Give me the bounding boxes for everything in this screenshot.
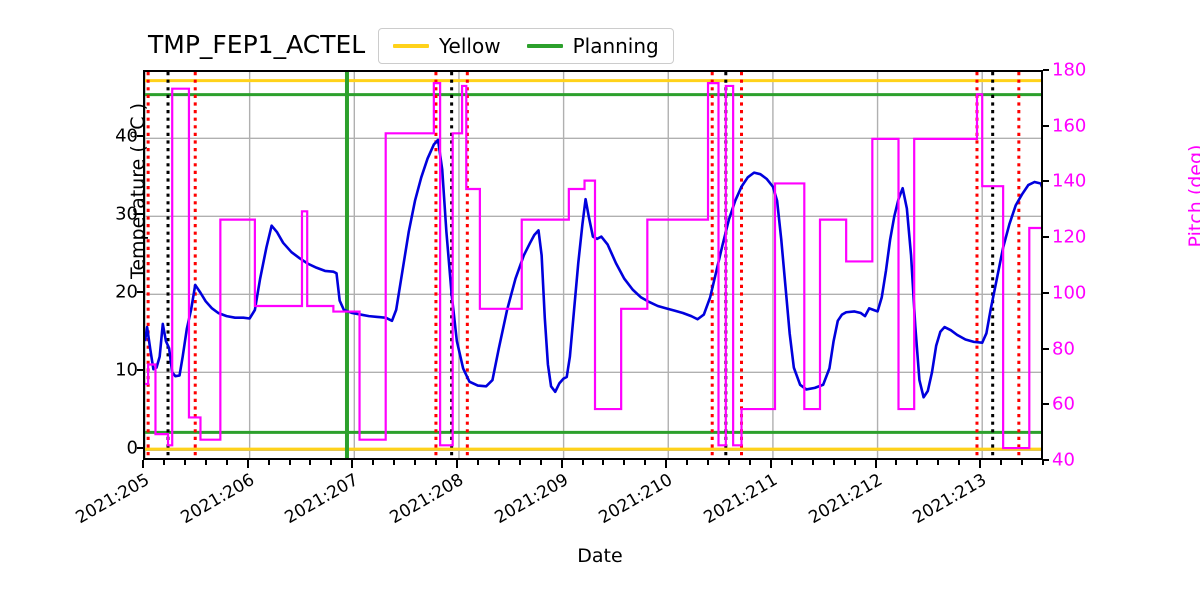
x-tick-2021:212: 2021:212 <box>805 470 886 529</box>
x-tick-mark-minor <box>225 460 228 465</box>
y-tick-left-30: 30 <box>115 203 138 225</box>
x-tick-mark-minor <box>288 460 291 465</box>
x-tick-mark-minor <box>518 460 521 465</box>
x-tick-mark-minor <box>623 460 626 465</box>
x-tick-mark-major <box>142 460 144 468</box>
y-tick-mark-right <box>1043 69 1049 71</box>
x-tick-2021:205: 2021:205 <box>72 470 153 529</box>
x-tick-mark-minor <box>539 460 542 465</box>
x-tick-mark-minor <box>790 460 793 465</box>
legend: Yellow Planning <box>378 28 674 64</box>
x-tick-mark-major <box>560 460 563 468</box>
y-tick-left-40: 40 <box>115 125 138 147</box>
x-tick-mark-minor <box>393 460 396 465</box>
y-tick-right-140: 140 <box>1052 170 1087 192</box>
y-tick-mark-right <box>1043 124 1049 127</box>
x-tick-mark-minor <box>707 460 710 465</box>
x-tick-mark-minor <box>204 460 207 465</box>
x-tick-mark-minor <box>1042 460 1044 465</box>
x-tick-mark-minor <box>476 460 479 465</box>
x-tick-mark-minor <box>414 460 417 465</box>
y-tick-mark-right <box>1043 291 1049 294</box>
x-tick-2021:206: 2021:206 <box>177 470 258 529</box>
x-tick-mark-minor <box>435 460 438 465</box>
y-tick-right-180: 180 <box>1052 59 1087 81</box>
x-tick-mark-minor <box>811 460 814 465</box>
y-tick-mark-left <box>137 369 143 372</box>
y-tick-right-120: 120 <box>1052 226 1087 248</box>
y-tick-right-100: 100 <box>1052 282 1087 304</box>
y-tick-mark-left <box>137 447 143 450</box>
x-tick-mark-minor <box>602 460 605 465</box>
x-tick-mark-minor <box>644 460 647 465</box>
x-tick-mark-major <box>874 460 877 468</box>
x-tick-mark-minor <box>183 460 186 465</box>
x-tick-2021:211: 2021:211 <box>700 470 781 529</box>
y-tick-mark-right <box>1043 180 1049 183</box>
x-tick-2021:210: 2021:210 <box>595 470 677 529</box>
x-tick-mark-major <box>351 460 354 468</box>
x-tick-mark-minor <box>748 460 751 465</box>
x-tick-mark-minor <box>309 460 312 465</box>
y-tick-right-80: 80 <box>1052 338 1075 360</box>
legend-swatch-yellow <box>393 44 429 48</box>
chart-figure: TMP_FEP1_ACTEL Yellow Planning Temperatu… <box>0 0 1200 600</box>
x-tick-2021:207: 2021:207 <box>281 470 363 529</box>
x-tick-mark-minor <box>1000 460 1003 465</box>
page-title: TMP_FEP1_ACTEL <box>148 30 366 59</box>
legend-label-yellow: Yellow <box>439 34 501 58</box>
x-tick-mark-minor <box>372 460 375 465</box>
x-tick-mark-minor <box>916 460 919 465</box>
x-tick-mark-minor <box>895 460 898 465</box>
y-tick-mark-right <box>1043 403 1049 406</box>
y-axis-label-right: Pitch (deg) <box>1185 144 1200 248</box>
event-lines <box>146 72 1021 458</box>
x-tick-2021:209: 2021:209 <box>491 470 572 529</box>
x-tick-mark-major <box>246 460 249 468</box>
y-tick-left-20: 20 <box>115 281 138 303</box>
legend-item-planning[interactable]: Planning <box>526 34 659 58</box>
x-tick-mark-minor <box>958 460 961 465</box>
y-tick-right-160: 160 <box>1052 115 1087 137</box>
x-tick-mark-major <box>769 460 772 468</box>
x-tick-mark-major <box>455 460 458 468</box>
x-tick-mark-minor <box>937 460 940 465</box>
y-tick-mark-left <box>137 291 143 294</box>
y-tick-mark-right <box>1043 347 1049 350</box>
x-tick-mark-minor <box>162 460 165 465</box>
plot-area[interactable] <box>143 70 1043 460</box>
y-tick-left-10: 10 <box>115 359 138 381</box>
legend-swatch-planning <box>526 44 563 48</box>
y-tick-right-40: 40 <box>1052 449 1075 471</box>
x-tick-mark-minor <box>832 460 835 465</box>
x-tick-2021:208: 2021:208 <box>386 470 467 529</box>
x-tick-mark-minor <box>267 460 270 465</box>
y-tick-mark-left <box>137 213 143 216</box>
x-tick-mark-major <box>665 460 668 468</box>
legend-item-yellow[interactable]: Yellow <box>393 34 501 58</box>
x-tick-mark-minor <box>1021 460 1024 465</box>
x-tick-mark-minor <box>853 460 856 465</box>
legend-label-planning: Planning <box>572 34 659 58</box>
x-tick-2021:213: 2021:213 <box>909 470 991 529</box>
x-tick-mark-minor <box>686 460 689 465</box>
x-tick-mark-minor <box>330 460 333 465</box>
y-tick-mark-left <box>137 135 143 138</box>
x-tick-mark-major <box>979 460 982 468</box>
y-tick-right-60: 60 <box>1052 393 1075 415</box>
y-tick-mark-right <box>1043 236 1049 239</box>
x-tick-mark-minor <box>581 460 584 465</box>
x-tick-mark-minor <box>497 460 500 465</box>
x-tick-mark-minor <box>728 460 731 465</box>
x-axis-label: Date <box>577 545 623 567</box>
